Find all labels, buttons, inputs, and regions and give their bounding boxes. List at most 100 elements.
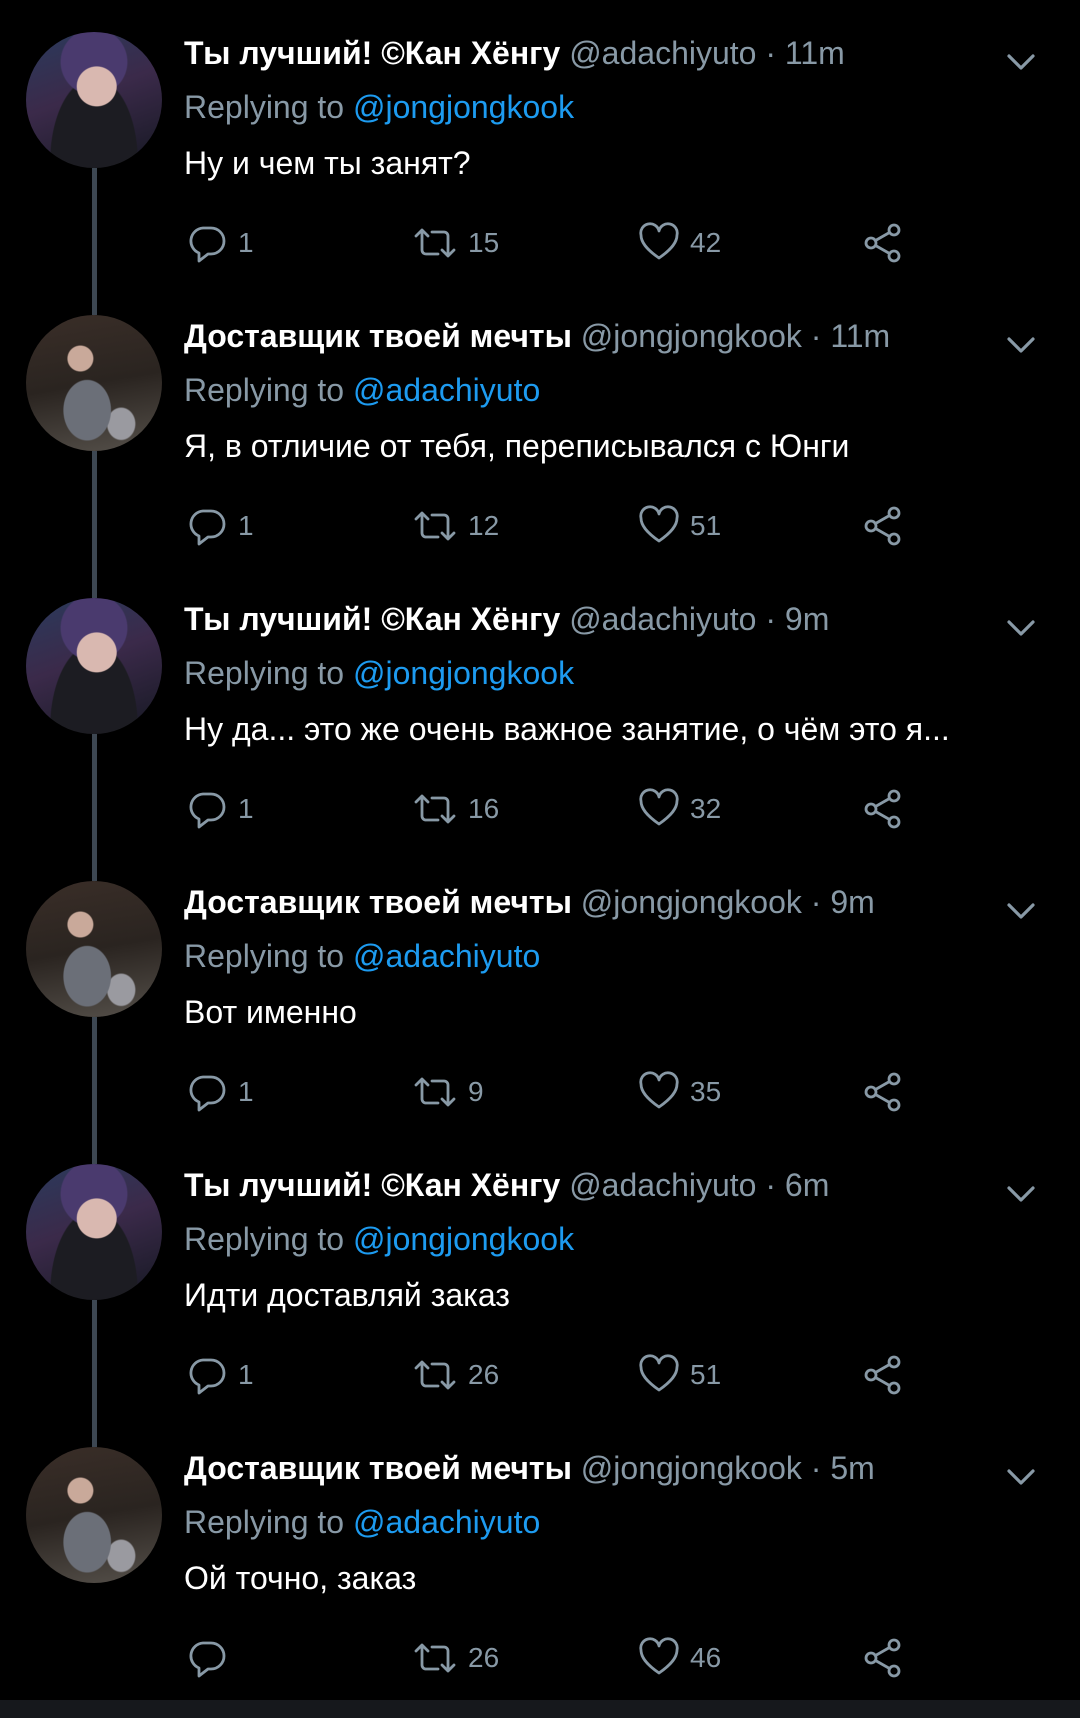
share-button[interactable] xyxy=(862,222,904,264)
retweet-count: 15 xyxy=(468,227,500,258)
retweet-count: 16 xyxy=(468,793,500,824)
retweet-count: 26 xyxy=(468,1642,500,1673)
retweet-icon xyxy=(414,1360,456,1390)
avatar[interactable] xyxy=(26,315,162,451)
retweet-count: 12 xyxy=(468,510,500,541)
reply-button[interactable]: 1 xyxy=(186,1071,254,1113)
avatar[interactable] xyxy=(26,881,162,1017)
reply-count: 1 xyxy=(238,1359,254,1390)
timestamp[interactable]: 9m xyxy=(830,884,874,920)
reply-icon xyxy=(189,509,226,546)
replying-to-mention[interactable]: @jongjongkook xyxy=(353,1221,574,1257)
retweet-button[interactable]: 9 xyxy=(412,1071,484,1113)
timestamp[interactable]: 5m xyxy=(830,1450,874,1486)
tweet-1[interactable]: Ты лучший! ©Кан Хёнгу @adachiyuto · 11m … xyxy=(0,0,1080,315)
display-name[interactable]: Доставщик твоей мечты xyxy=(184,1450,572,1486)
replying-to: Replying to @adachiyuto xyxy=(184,933,540,979)
tweet-5[interactable]: Ты лучший! ©Кан Хёнгу @adachiyuto · 6m R… xyxy=(0,1132,1080,1447)
retweet-icon xyxy=(414,511,456,541)
heart-icon xyxy=(639,1354,679,1392)
user-handle[interactable]: @jongjongkook xyxy=(581,318,802,354)
user-handle[interactable]: @jongjongkook xyxy=(581,884,802,920)
reply-count: 1 xyxy=(238,1076,254,1107)
timestamp[interactable]: 9m xyxy=(785,601,829,637)
avatar[interactable] xyxy=(26,32,162,168)
heart-icon xyxy=(639,1071,679,1109)
reply-button[interactable]: 1 xyxy=(186,788,254,830)
retweet-button[interactable]: 12 xyxy=(412,505,499,547)
like-button[interactable]: 51 xyxy=(638,1354,721,1396)
chevron-down-icon[interactable] xyxy=(1003,327,1039,363)
retweet-count: 9 xyxy=(468,1076,484,1107)
replying-to-label: Replying to xyxy=(184,89,345,125)
display-name[interactable]: Доставщик твоей мечты xyxy=(184,318,572,354)
tweet-4[interactable]: Доставщик твоей мечты @jongjongkook · 9m… xyxy=(0,849,1080,1164)
reply-count: 1 xyxy=(238,227,254,258)
like-button[interactable]: 35 xyxy=(638,1071,721,1113)
display-name[interactable]: Ты лучший! ©Кан Хёнгу xyxy=(184,1167,560,1203)
replying-to-label: Replying to xyxy=(184,1221,345,1257)
separator-dot: · xyxy=(810,318,822,354)
retweet-button[interactable]: 15 xyxy=(412,222,499,264)
user-handle[interactable]: @adachiyuto xyxy=(569,601,756,637)
like-button[interactable]: 32 xyxy=(638,788,721,830)
replying-to-label: Replying to xyxy=(184,372,345,408)
tweet-text: Вот именно xyxy=(184,994,357,1030)
separator-dot: · xyxy=(765,1167,776,1203)
user-handle[interactable]: @jongjongkook xyxy=(581,1450,802,1486)
chevron-down-icon[interactable] xyxy=(1003,610,1039,646)
reply-button[interactable]: 1 xyxy=(186,505,254,547)
share-button[interactable] xyxy=(862,788,904,830)
reply-button[interactable]: 1 xyxy=(186,1354,254,1396)
chevron-down-icon[interactable] xyxy=(1003,893,1039,929)
chevron-down-icon[interactable] xyxy=(1003,44,1039,80)
heart-icon xyxy=(639,788,679,826)
retweet-button[interactable]: 16 xyxy=(412,788,499,830)
reply-button[interactable] xyxy=(186,1637,238,1679)
retweet-icon xyxy=(414,1643,456,1673)
chevron-down-icon[interactable] xyxy=(1003,1459,1039,1495)
share-icon xyxy=(864,1072,901,1112)
tweet-header: Ты лучший! ©Кан Хёнгу @adachiyuto · 9m xyxy=(184,596,829,642)
reply-icon xyxy=(189,1358,226,1395)
display-name[interactable]: Ты лучший! ©Кан Хёнгу xyxy=(184,601,560,637)
replying-to-mention[interactable]: @adachiyuto xyxy=(353,1504,540,1540)
like-button[interactable]: 46 xyxy=(638,1637,721,1679)
timestamp[interactable]: 11m xyxy=(785,35,845,71)
timestamp[interactable]: 6m xyxy=(785,1167,829,1203)
share-icon xyxy=(864,1638,901,1678)
like-count: 46 xyxy=(690,1642,722,1673)
timestamp[interactable]: 11m xyxy=(830,318,890,354)
heart-icon xyxy=(639,222,679,260)
replying-to-mention[interactable]: @adachiyuto xyxy=(353,372,540,408)
replying-to-mention[interactable]: @jongjongkook xyxy=(353,655,574,691)
tweet-2[interactable]: Доставщик твоей мечты @jongjongkook · 11… xyxy=(0,283,1080,598)
replying-to-mention[interactable]: @jongjongkook xyxy=(353,89,574,125)
display-name[interactable]: Ты лучший! ©Кан Хёнгу xyxy=(184,35,560,71)
reply-button[interactable]: 1 xyxy=(186,222,254,264)
like-button[interactable]: 42 xyxy=(638,222,721,264)
replying-to-mention[interactable]: @adachiyuto xyxy=(353,938,540,974)
user-handle[interactable]: @adachiyuto xyxy=(569,1167,756,1203)
share-button[interactable] xyxy=(862,505,904,547)
tweet-6[interactable]: Доставщик твоей мечты @jongjongkook · 5m… xyxy=(0,1415,1080,1698)
replying-to: Replying to @jongjongkook xyxy=(184,1216,574,1262)
like-count: 35 xyxy=(690,1076,722,1107)
share-button[interactable] xyxy=(862,1071,904,1113)
tweet-text: Идти доставляй заказ xyxy=(184,1277,510,1313)
avatar[interactable] xyxy=(26,1164,162,1300)
retweet-button[interactable]: 26 xyxy=(412,1637,499,1679)
share-button[interactable] xyxy=(862,1354,904,1396)
avatar[interactable] xyxy=(26,1447,162,1583)
tweet-3[interactable]: Ты лучший! ©Кан Хёнгу @adachiyuto · 9m R… xyxy=(0,566,1080,881)
replying-to: Replying to @adachiyuto xyxy=(184,1499,540,1545)
like-button[interactable]: 51 xyxy=(638,505,721,547)
chevron-down-icon[interactable] xyxy=(1003,1176,1039,1212)
avatar[interactable] xyxy=(26,598,162,734)
retweet-button[interactable]: 26 xyxy=(412,1354,499,1396)
display-name[interactable]: Доставщик твоей мечты xyxy=(184,884,572,920)
retweet-count: 26 xyxy=(468,1359,500,1390)
user-handle[interactable]: @adachiyuto xyxy=(569,35,756,71)
reply-icon xyxy=(189,1075,226,1112)
share-button[interactable] xyxy=(862,1637,904,1679)
